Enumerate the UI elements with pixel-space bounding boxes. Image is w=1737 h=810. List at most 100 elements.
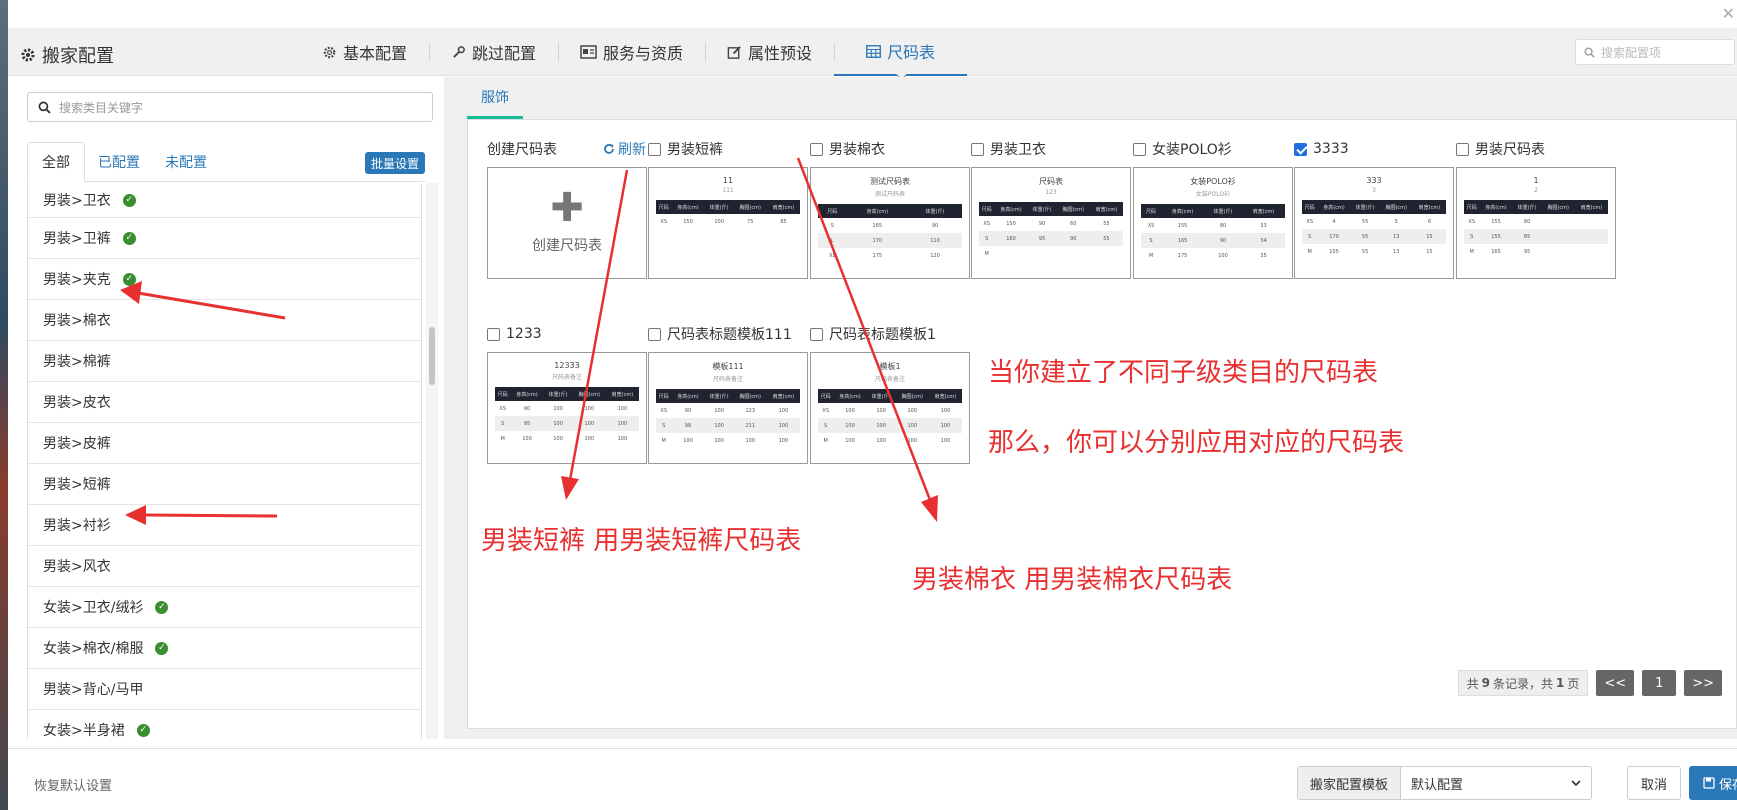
list-item[interactable]: 男装>皮裤 [28,423,421,464]
list-item[interactable]: 男装>风衣 [28,546,421,587]
preview-cell: S [1141,233,1162,248]
preview-table: 尺码 身高(cm) 体重(斤) 胸围(cm) 肩宽(cm) XS 155 80 S 155 85 M 1… [1464,200,1608,259]
size-chart-preview[interactable]: 11 111 尺码 身高(cm) 体重(斤) 胸围(cm) 肩宽(cm) XS 150 100 75… [648,167,808,279]
size-chart-checkbox[interactable] [1456,142,1469,156]
scrollbar-thumb[interactable] [429,327,435,385]
list-item[interactable]: 男装>棉裤 [28,341,421,382]
batch-settings-button[interactable]: 批量设置 [364,152,425,174]
preview-cell: 100 [584,435,595,442]
tab-skip-config[interactable]: 跳过配置 [429,28,558,76]
size-chart-checkbox[interactable] [487,327,500,341]
tab-size-chart[interactable]: 尺码表 [834,28,968,76]
preview-column-header: 尺码 [656,389,672,403]
preview-title: 尺码表 [1039,177,1063,186]
preview-cell: L [818,233,847,248]
gear-icon [323,46,336,58]
list-item[interactable]: 男装>夹克 ✓ [28,259,421,300]
list-item[interactable]: 男装>短裤 [28,464,421,505]
list-item[interactable]: 男装>背心/马甲 [28,669,421,710]
size-chart-preview[interactable]: 测试尺码表 测试尺码表 尺码 身高(cm) 体重(斤) S 165 90 L 170 110 XL 17… [810,167,970,279]
size-chart-select[interactable]: 男装棉衣 [810,138,885,160]
preview-cell: 100 [617,435,628,442]
preview-column-header: 身高(cm) [1479,200,1513,214]
save-button[interactable]: 保存 [1689,766,1737,800]
size-chart-checkbox[interactable] [810,142,823,156]
reset-default-link[interactable]: 恢复默认设置 [34,775,112,794]
size-chart-select[interactable]: 尺码表标题模板111 [648,323,792,345]
list-item[interactable]: 女装>卫衣/绒衫 ✓ [28,587,421,628]
size-chart-checkbox[interactable] [810,327,823,341]
size-chart-preview[interactable]: 尺码表 123 尺码 身高(cm) 体重(斤) 胸围(cm) 肩宽(cm) XS 150 90 60… [971,167,1131,279]
page-count: 1 [1556,676,1565,690]
size-chart-preview[interactable]: 333 3 尺码 身高(cm) 体重(斤) 胸围(cm) 肩宽(cm) XS 4 55 5 6 S 170… [1294,167,1454,279]
size-chart-preview[interactable]: 模板111 尺码表备注 尺码 身高(cm) 体重(斤) 胸围(cm) 肩宽(cm) XS 90 1… [648,352,808,464]
create-size-chart-button[interactable]: ✚ 创建尺码表 [487,167,647,279]
list-item[interactable]: 男装>卫裤 ✓ [28,218,421,259]
tab-attribute-preset[interactable]: 属性预设 [705,28,834,76]
category-scrollbar[interactable] [426,183,438,739]
prev-page-button[interactable]: << [1596,670,1635,696]
close-icon[interactable]: ✕ [1722,6,1735,22]
preview-cell: 100 [572,416,606,431]
category-list: 男装>卫衣 ✓ 男装>卫裤 ✓ 男装>夹克 ✓ 男装>棉衣 男装>棉裤 男装>皮衣 男装>皮裤 男装… [27,183,422,739]
list-item[interactable]: 男装>棉衣 [28,300,421,341]
size-chart-select[interactable]: 男装短裤 [648,138,723,160]
modal-footer: 恢复默认设置 搬家配置模板 默认配置 取消 保存 [8,748,1737,810]
next-page-button[interactable]: >> [1684,670,1722,696]
size-chart-checkbox[interactable] [1294,142,1307,156]
size-chart-preview[interactable]: 1 2 尺码 身高(cm) 体重(斤) 胸围(cm) 肩宽(cm) XS 155 80 S 155 85… [1456,167,1616,279]
list-item[interactable]: 女装>棉衣/棉服 ✓ [28,628,421,669]
size-chart-select[interactable]: 男装卫衣 [971,138,1046,160]
list-item[interactable]: 男装>皮衣 [28,382,421,423]
preview-cell: 155 [1479,229,1513,244]
size-chart-select[interactable]: 3333 [1294,138,1349,160]
size-chart-checkbox[interactable] [648,142,661,156]
size-chart-checkbox[interactable] [1133,142,1146,156]
preview-cell: 100 [778,437,789,444]
preview-cell: 211 [733,418,767,433]
preview-cell: 165 [872,222,883,229]
cancel-button[interactable]: 取消 [1627,766,1681,800]
tab-service-qualification[interactable]: 服务与资质 [558,28,705,76]
refresh-button[interactable]: 刷新 [603,138,646,160]
preview-cell: 170 [1317,229,1351,244]
tab-unconfigured[interactable]: 未配置 [165,142,207,182]
size-chart-select[interactable]: 尺码表标题模板1 [810,323,936,345]
size-chart-preview[interactable]: 女装POLO衫 女装POLO衫 尺码 身高(cm) 体重(斤) 肩宽(cm) XS 155 80… [1133,167,1293,279]
preview-cell: 100 [766,418,800,433]
template-select[interactable]: 默认配置 [1401,767,1592,799]
size-chart-select[interactable]: 男装尺码表 [1456,138,1545,160]
preview-cell: 100 [714,437,724,444]
chevron-down-icon [1571,779,1581,786]
preview-title: 女装POLO衫 [1190,177,1236,186]
size-chart-select[interactable]: 女装POLO衫 [1133,138,1232,160]
preview-cell: 80 [1523,218,1531,225]
tab-apparel[interactable]: 服饰 [467,77,523,119]
preview-column-header: 肩宽(cm) [605,387,639,401]
config-search-input[interactable]: 搜索配置项 [1575,39,1735,65]
size-chart-preview[interactable]: 12333 尺码表备注 尺码 身高(cm) 体重(斤) 胸围(cm) 肩宽(cm) XS 90 1… [487,352,647,464]
size-chart-select[interactable]: 1233 [487,323,542,345]
modal-title-text: 搬家配置 [42,46,114,67]
size-chart-checkbox[interactable] [971,142,984,156]
preview-column-header: 身高(cm) [510,387,544,401]
size-chart-checkbox[interactable] [648,327,661,341]
preview-table: 尺码 身高(cm) 体重(斤) 胸围(cm) 肩宽(cm) XS 90 100 123 100 S 9… [656,389,800,448]
preview-cell: M [984,250,989,257]
tab-configured[interactable]: 已配置 [98,142,140,182]
tab-all[interactable]: 全部 [27,142,85,182]
size-chart-name: 尺码表标题模板1 [829,327,936,343]
list-item[interactable]: 男装>卫衣 ✓ [28,183,421,218]
category-search-input[interactable]: 搜索类目关键字 [27,92,433,122]
current-page-button[interactable]: 1 [1642,670,1677,696]
size-chart-preview[interactable]: 模板1 尺码表备注 尺码 身高(cm) 体重(斤) 胸围(cm) 肩宽(cm) XS 100 10… [810,352,970,464]
preview-title: 测试尺码表 [870,177,910,186]
list-item[interactable]: 女装>半身裙 ✓ [28,710,421,739]
pagination: 共 9 条记录，共 1 页 << 1 >> [1457,670,1722,696]
tab-basic-config[interactable]: 基本配置 [300,28,429,76]
list-item[interactable]: 男装>衬衫 [28,505,421,546]
preview-cell: 90 [1038,220,1046,227]
preview-cell: 6 [1427,218,1431,225]
preview-cell: 100 [940,407,951,414]
preview-column-header: 身高(cm) [671,389,705,403]
